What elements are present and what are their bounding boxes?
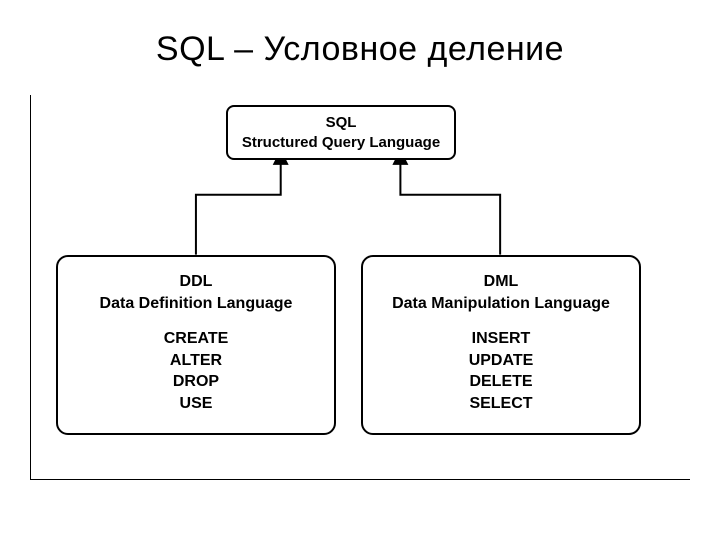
dml-title: DML [373, 271, 629, 293]
page-title: SQL – Условное деление [0, 0, 720, 69]
ddl-command: DROP [68, 371, 324, 393]
dml-command: DELETE [373, 371, 629, 393]
ddl-subtitle: Data Definition Language [68, 293, 324, 315]
ddl-command: ALTER [68, 350, 324, 372]
dml-box: DML Data Manipulation Language INSERT UP… [361, 255, 641, 435]
ddl-command: USE [68, 393, 324, 415]
ddl-title: DDL [68, 271, 324, 293]
dml-command: INSERT [373, 328, 629, 350]
dml-command: SELECT [373, 393, 629, 415]
dml-subtitle: Data Manipulation Language [373, 293, 629, 315]
sql-root-subtitle: Structured Query Language [236, 133, 446, 153]
ddl-box: DDL Data Definition Language CREATE ALTE… [56, 255, 336, 435]
dml-command: UPDATE [373, 350, 629, 372]
sql-root-title: SQL [236, 113, 446, 133]
diagram-area: SQL Structured Query Language DDL Data D… [30, 95, 690, 480]
ddl-command: CREATE [68, 328, 324, 350]
sql-root-box: SQL Structured Query Language [226, 105, 456, 160]
